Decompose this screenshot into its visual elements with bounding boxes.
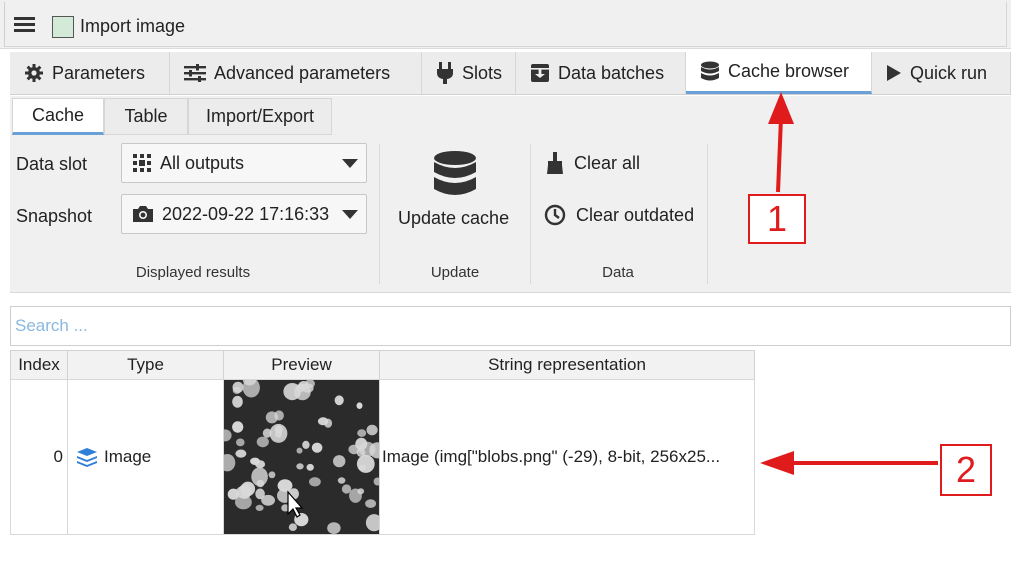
- arrow-2: [760, 451, 938, 475]
- arrow-1: [768, 92, 794, 193]
- callout-2: 2: [940, 444, 992, 496]
- callout-1: 1: [748, 194, 806, 244]
- annotation-overlay: [760, 92, 938, 475]
